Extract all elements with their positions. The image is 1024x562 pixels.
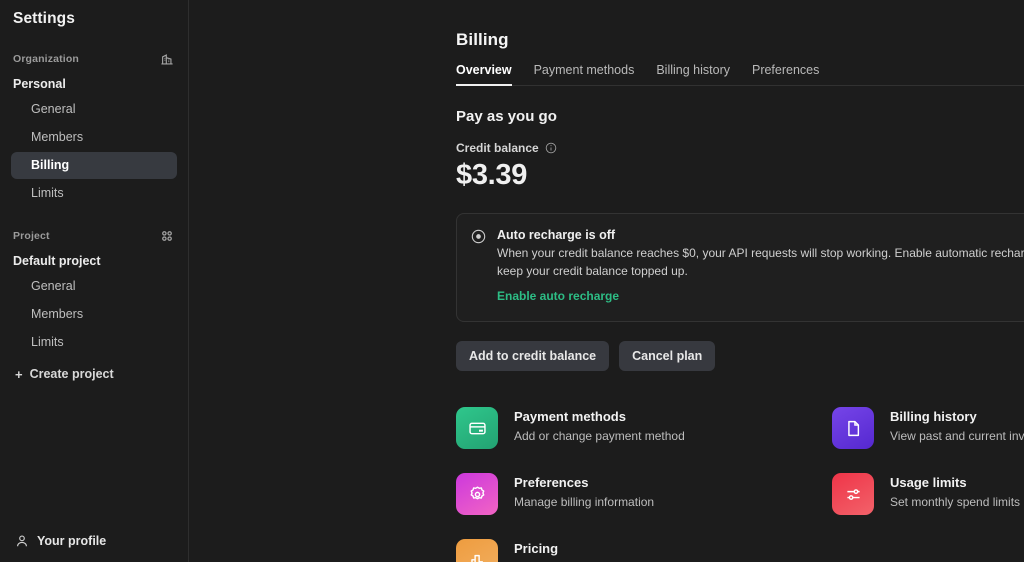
- settings-sidebar: Settings Organization Personal General M…: [0, 0, 189, 562]
- card-title: Payment methods: [514, 409, 685, 425]
- card-title: Pricing: [514, 541, 635, 557]
- grid-icon[interactable]: [160, 229, 174, 243]
- info-icon[interactable]: [545, 142, 557, 154]
- sidebar-item-project-members[interactable]: Members: [11, 301, 177, 328]
- plus-icon: +: [15, 368, 23, 381]
- credit-card-icon: [456, 407, 498, 449]
- credit-balance-row: Credit balance: [456, 141, 1024, 155]
- sidebar-entity-default-project[interactable]: Default project: [0, 250, 188, 272]
- card-desc: Set monthly spend limits: [890, 495, 1020, 510]
- billing-action-buttons: Add to credit balance Cancel plan: [456, 341, 1024, 371]
- sidebar-item-org-general[interactable]: General: [11, 96, 177, 123]
- page-title: Billing: [456, 30, 1024, 50]
- gear-icon: [456, 473, 498, 515]
- card-desc: Manage billing information: [514, 495, 654, 510]
- tab-preferences[interactable]: Preferences: [752, 63, 819, 85]
- card-title: Preferences: [514, 475, 654, 491]
- sliders-icon: [832, 473, 874, 515]
- sidebar-item-project-limits[interactable]: Limits: [11, 329, 177, 356]
- create-project-button[interactable]: + Create project: [0, 361, 188, 387]
- card-preferences[interactable]: Preferences Manage billing information: [456, 473, 832, 515]
- card-title: Usage limits: [890, 475, 1020, 491]
- card-title: Billing history: [890, 409, 1024, 425]
- sidebar-nav: Organization Personal General Members Bi…: [0, 50, 188, 387]
- credit-balance-label: Credit balance: [456, 141, 539, 155]
- sidebar-group-label-organization: Organization: [13, 53, 79, 65]
- sidebar-item-org-billing[interactable]: Billing: [11, 152, 177, 179]
- credit-balance-amount: $3.39: [456, 159, 1024, 192]
- section-title-pay-as-you-go: Pay as you go: [456, 108, 1024, 125]
- sidebar-item-org-members[interactable]: Members: [11, 124, 177, 151]
- tab-billing-history[interactable]: Billing history: [656, 63, 730, 85]
- alert-body: When your credit balance reaches $0, you…: [497, 245, 1024, 280]
- your-profile-label: Your profile: [37, 534, 106, 548]
- sidebar-item-org-limits[interactable]: Limits: [11, 180, 177, 207]
- your-profile-button[interactable]: Your profile: [0, 534, 106, 548]
- circle-dot-icon: [471, 229, 486, 244]
- card-pricing[interactable]: Pricing View pricing and FAQs: [456, 539, 832, 562]
- cancel-plan-button[interactable]: Cancel plan: [619, 341, 715, 371]
- sidebar-group-label-project: Project: [13, 230, 50, 242]
- document-icon: [832, 407, 874, 449]
- enable-auto-recharge-link[interactable]: Enable auto recharge: [497, 289, 619, 303]
- alert-title: Auto recharge is off: [497, 228, 1024, 242]
- auto-recharge-alert: Auto recharge is off When your credit ba…: [456, 213, 1024, 322]
- card-billing-history[interactable]: Billing history View past and current in…: [832, 407, 1024, 449]
- billing-main-panel: Billing Overview Payment methods Billing…: [189, 0, 1024, 562]
- tab-overview[interactable]: Overview: [456, 63, 512, 85]
- sidebar-entity-personal[interactable]: Personal: [0, 73, 188, 95]
- card-usage-limits[interactable]: Usage limits Set monthly spend limits: [832, 473, 1024, 515]
- sidebar-group-header-project: Project: [0, 227, 188, 245]
- user-icon: [15, 534, 29, 548]
- tab-payment-methods[interactable]: Payment methods: [534, 63, 635, 85]
- billing-tabs: Overview Payment methods Billing history…: [456, 63, 1024, 86]
- card-desc: Add or change payment method: [514, 429, 685, 444]
- bar-chart-icon: [456, 539, 498, 562]
- sidebar-group-header-organization: Organization: [0, 50, 188, 68]
- create-project-label: Create project: [30, 367, 114, 381]
- card-desc: View past and current invoices: [890, 429, 1024, 444]
- add-to-credit-balance-button[interactable]: Add to credit balance: [456, 341, 609, 371]
- card-payment-methods[interactable]: Payment methods Add or change payment me…: [456, 407, 832, 449]
- sidebar-title: Settings: [0, 0, 188, 28]
- building-icon[interactable]: [160, 52, 174, 66]
- sidebar-item-project-general[interactable]: General: [11, 273, 177, 300]
- billing-link-cards: Payment methods Add or change payment me…: [456, 407, 1024, 562]
